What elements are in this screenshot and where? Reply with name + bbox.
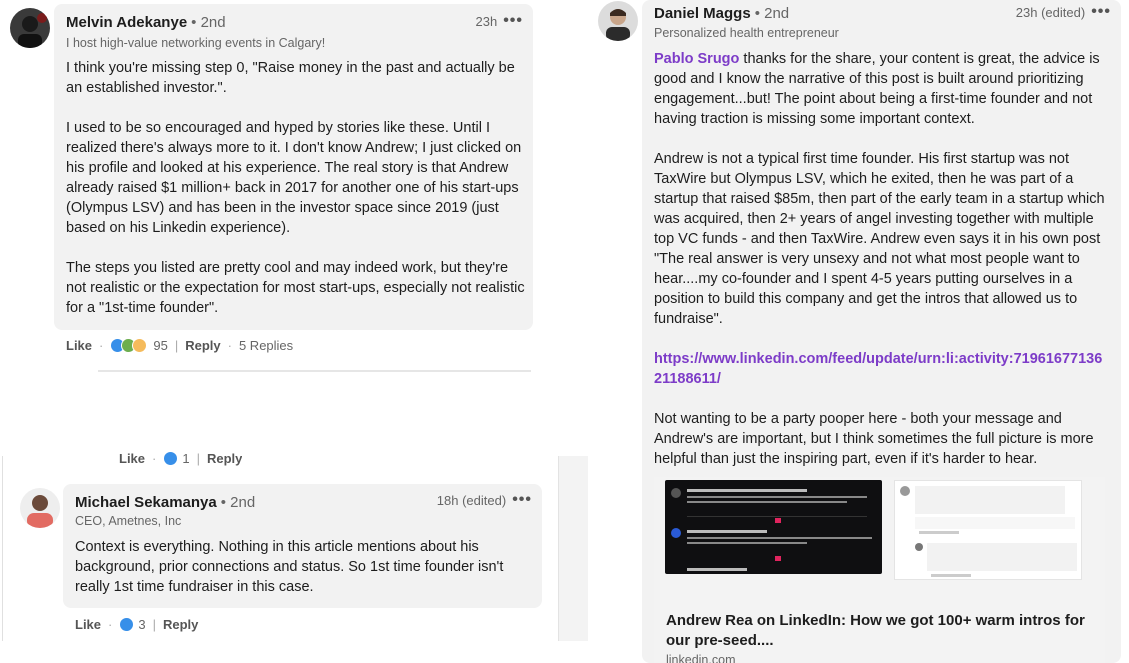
author-headline: Personalized health entrepreneur	[654, 26, 839, 40]
reaction-icons[interactable]	[110, 338, 148, 353]
comment-bubble: Daniel Maggs • 2nd Personalized health en…	[642, 0, 1121, 663]
comment-actions: Like · 95 | Reply · 5 Replies	[66, 338, 293, 353]
reply-button[interactable]: Reply	[207, 451, 242, 466]
preview-image-right	[894, 480, 1082, 580]
preview-title[interactable]: Andrew Rea on LinkedIn: How we got 100+ …	[666, 611, 1096, 651]
avatar[interactable]	[598, 1, 638, 41]
like-button[interactable]: Like	[66, 338, 92, 353]
reaction-count[interactable]: 3	[138, 617, 145, 632]
reply-button[interactable]: Reply	[185, 338, 220, 353]
reaction-icons[interactable]	[119, 617, 135, 632]
reaction-count[interactable]: 95	[153, 338, 167, 353]
author-name[interactable]: Melvin Adekanye	[66, 14, 187, 31]
author-headline: CEO, Ametnes, Inc	[75, 514, 182, 528]
comment-text: Pablo Srugo thanks for the share, your c…	[654, 49, 1114, 129]
author-headline: I host high-value networking events in C…	[66, 36, 326, 50]
like-reaction-icon	[119, 617, 135, 632]
more-options-icon[interactable]: •••	[1091, 4, 1111, 20]
link-preview-card[interactable]: Andrew Rea on LinkedIn: How we got 100+ …	[654, 477, 1105, 663]
reply-actions-partial: Like · 1 | Reply	[119, 450, 242, 466]
timestamp: 23h	[475, 13, 498, 29]
more-options-icon[interactable]: •••	[503, 13, 523, 29]
comment-meta: 18h (edited) •••	[437, 492, 532, 508]
comment-actions: Like · 3 | Reply	[75, 617, 198, 632]
comment-bubble: Melvin Adekanye • 2nd I host high-value n…	[54, 4, 533, 330]
comment-meta: 23h (edited) •••	[1016, 4, 1111, 20]
separator: |	[152, 617, 156, 632]
separator: |	[174, 338, 179, 353]
divider	[98, 370, 531, 372]
avatar[interactable]	[10, 8, 50, 48]
reaction-count[interactable]: 1	[182, 451, 189, 466]
author-name[interactable]: Daniel Maggs	[654, 5, 751, 22]
connection-degree: • 2nd	[191, 14, 226, 31]
dot-separator: ·	[152, 450, 157, 466]
dot-separator: ·	[108, 617, 113, 632]
comment-bubble: Michael Sekamanya • 2nd CEO, Ametnes, Inc…	[63, 484, 542, 608]
like-reaction-icon	[163, 450, 179, 466]
author-name[interactable]: Michael Sekamanya	[75, 494, 217, 511]
mention-link[interactable]: Pablo Srugo	[654, 51, 739, 67]
timestamp: 23h (edited)	[1015, 4, 1086, 20]
reaction-icons[interactable]	[163, 450, 179, 466]
replies-count[interactable]: 5 Replies	[239, 338, 293, 353]
preview-image-left	[665, 480, 882, 574]
connection-degree: • 2nd	[220, 494, 256, 511]
more-options-icon[interactable]: •••	[512, 492, 532, 508]
avatar[interactable]	[20, 488, 60, 528]
like-button[interactable]: Like	[119, 451, 145, 466]
reply-button[interactable]: Reply	[163, 617, 198, 632]
like-button[interactable]: Like	[75, 617, 101, 632]
scroll-panel-edge	[558, 456, 588, 641]
thread-line	[2, 456, 3, 641]
paragraph-2: Andrew is not a typical first time found…	[654, 151, 1109, 327]
comment-meta: 23h •••	[475, 13, 523, 29]
comment-text: I think you're missing step 0, "Raise mo…	[66, 60, 525, 316]
separator: |	[196, 450, 200, 466]
preview-domain: linkedin.com	[666, 653, 736, 663]
dot-separator: ·	[227, 338, 232, 353]
connection-degree: • 2nd	[754, 5, 790, 22]
comment-text: Context is everything. Nothing in this a…	[75, 539, 508, 595]
post-link[interactable]: https://www.linkedin.com/feed/update/urn…	[654, 349, 1114, 389]
insightful-reaction-icon	[132, 338, 148, 353]
paragraph-3: Not wanting to be a party pooper here - …	[654, 411, 1098, 467]
timestamp: 18h (edited)	[436, 492, 507, 508]
dot-separator: ·	[99, 338, 104, 353]
